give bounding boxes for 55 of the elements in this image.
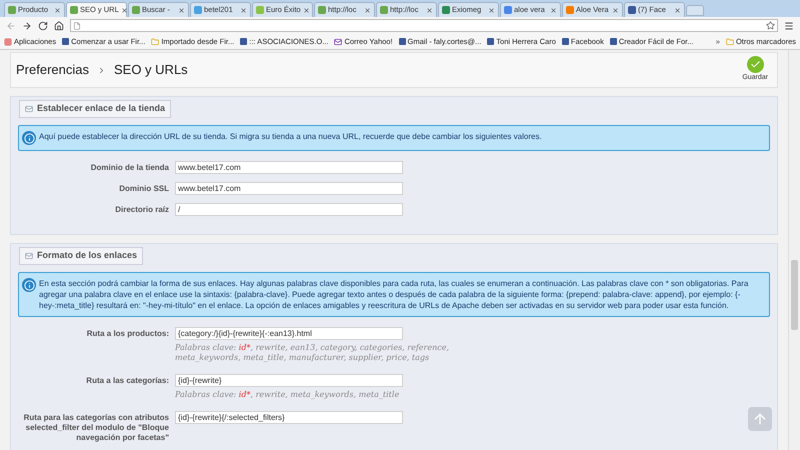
favicon-icon <box>240 38 248 45</box>
address-field[interactable] <box>70 19 778 32</box>
text-field[interactable]: {category:/}{id}-{rewrite}{-:ean13}.html <box>175 327 403 340</box>
close-icon[interactable] <box>364 6 371 14</box>
field-label: Ruta para las categorías con atributos selected_filter del modulo de "Bloque navegación por facetas" <box>22 412 169 443</box>
panel-legend: Establecer enlace de la tienda <box>19 100 172 118</box>
favicon-icon <box>610 38 617 45</box>
panel-icon <box>25 252 33 260</box>
text-field[interactable]: www.betel17.com <box>175 161 403 174</box>
keywords-hint: Palabras clave: id*, rewrite, ean13, category, categories, reference, meta_keywords, meta_title, manufacturer, supplier, price, tags <box>175 343 450 363</box>
info-icon <box>22 131 36 145</box>
close-icon[interactable] <box>612 6 619 14</box>
info-icon <box>22 278 36 292</box>
panel-legend: Formato de los enlaces <box>19 247 144 265</box>
folder-icon <box>726 38 734 46</box>
home-icon[interactable] <box>54 20 64 30</box>
field-label: Dominio de la tienda <box>90 162 169 173</box>
close-icon[interactable] <box>178 6 185 14</box>
panel-icon <box>25 105 33 113</box>
field-label: Ruta a las categorías: <box>85 375 169 386</box>
close-icon[interactable] <box>302 6 310 14</box>
field-label: Directorio raíz <box>114 204 169 215</box>
grid-icon <box>4 38 12 46</box>
text-field[interactable]: / <box>175 203 403 216</box>
text-field[interactable]: {id}-{rewrite}{/:selected_filters} <box>175 411 403 424</box>
favicon-icon <box>562 38 569 45</box>
close-icon[interactable] <box>426 6 433 14</box>
mail-icon <box>334 38 342 46</box>
field-label: Ruta a los productos: <box>86 328 169 339</box>
favicon-icon <box>398 38 406 45</box>
field-label: Dominio SSL <box>118 183 169 194</box>
close-icon[interactable] <box>54 6 61 14</box>
close-icon[interactable] <box>120 6 128 14</box>
info-text: Aquí puede establecer la dirección URL de su tienda. Si migra su tienda a una nueva URL, recuerde que debe cambiar los siguientes valores. <box>39 131 542 142</box>
info-text: En esta sección podrá cambiar la forma de sus enlaces. Hay algunas palabras clave disponibles para cada ruta, las cuales se enumeran a continuación. Las palabras clave con * son obligatorias. Para agregar una palabra clave en el enlace use la sintaxis: {palabra-clave}. Puede agregar texto antes o después de cada palabra de la siguiente forma: {prepend: palabra-clave: append}, por ejemplo: {-hey-:meta_title} resultará en: "-hey-mi-título" en el enlace. La opción de enlaces amigables y reescritura de URLs de Apache deben ser activadas en su servidor web para poder usar esta función. <box>39 278 750 311</box>
close-icon[interactable] <box>488 6 495 14</box>
folder-icon <box>151 38 160 46</box>
check-icon <box>746 56 764 74</box>
close-icon[interactable] <box>240 6 247 14</box>
breadcrumb-link[interactable]: Preferencias <box>16 60 89 80</box>
page-icon <box>73 22 81 30</box>
text-field[interactable]: www.betel17.com <box>175 182 403 195</box>
close-icon[interactable] <box>550 6 557 14</box>
scrollbar[interactable] <box>788 50 800 450</box>
text-field[interactable]: {id}-{rewrite} <box>175 374 403 387</box>
arrow-up-icon <box>752 411 768 427</box>
bookmark-star-icon[interactable] <box>766 21 775 30</box>
page-title: SEO y URLs <box>114 61 188 80</box>
favicon-icon <box>487 38 494 45</box>
reload-icon[interactable] <box>38 20 48 30</box>
menu-icon[interactable] <box>784 20 794 30</box>
forward-icon[interactable] <box>22 20 32 30</box>
keywords-hint: Palabras clave: id*, rewrite, meta_keywords, meta_title <box>175 390 400 400</box>
close-icon[interactable] <box>674 6 681 14</box>
favicon-icon <box>62 38 70 45</box>
